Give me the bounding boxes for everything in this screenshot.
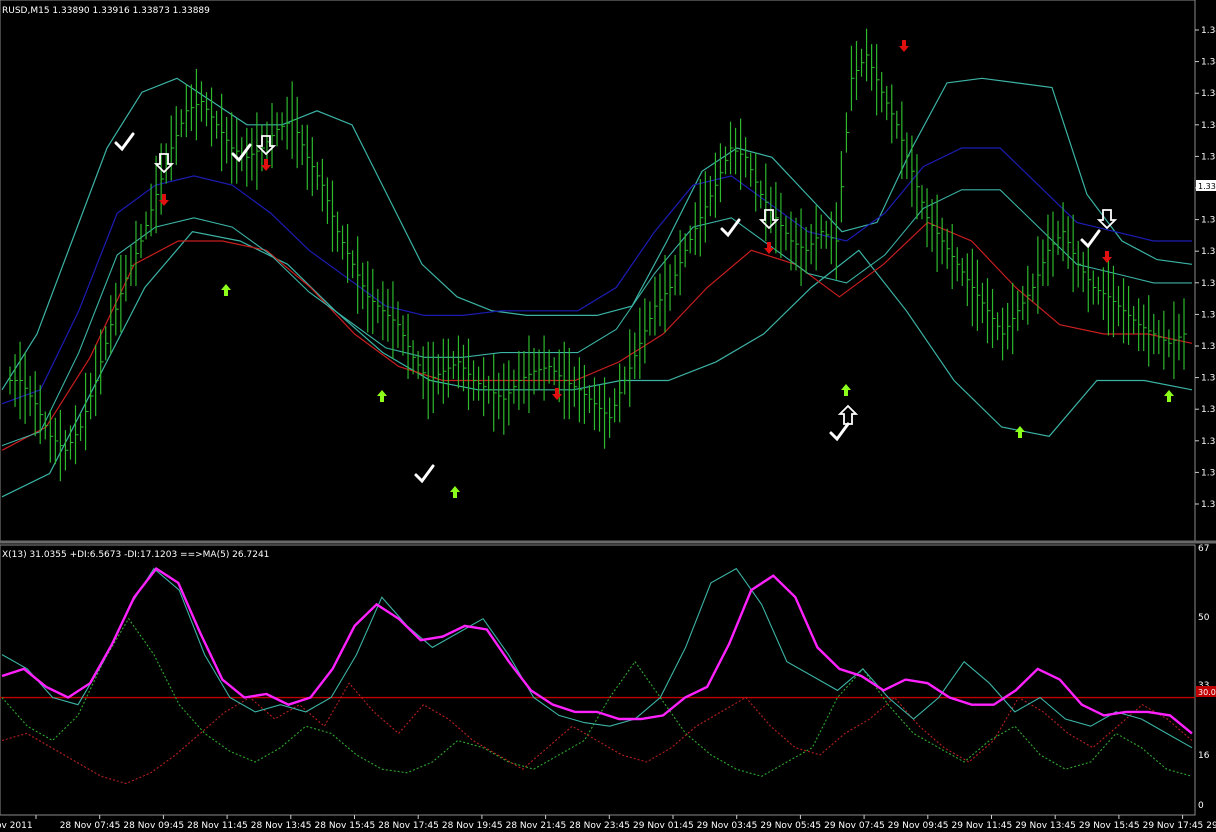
buy-arrow-icon [841, 384, 851, 396]
time-axis-label: 28 Nov 21:45 [506, 821, 567, 831]
check-mark-icon [1080, 229, 1101, 249]
time-axis: ov 2011 28 Nov 07:4528 Nov 09:4528 Nov 11… [0, 815, 1216, 831]
price-axis-label: 1.33 [1201, 279, 1216, 289]
price-axis-label: 1.32 [1201, 437, 1216, 447]
time-axis-label: 28 Nov 15:45 [315, 821, 376, 831]
price-axis-label: 1.33 [1201, 405, 1216, 415]
price-axis-label: 1.33 [1201, 152, 1216, 162]
price-axis-label: 1.34 [1201, 89, 1216, 99]
time-axis-label: 28 Nov 13:45 [251, 821, 312, 831]
time-axis-label: 29 Nov 15:45 [1079, 821, 1140, 831]
price-axis: 1.34 1.34 1.34 1.34 1.33 1.33 1.33 1.33 1.33 1.33… [1195, 26, 1216, 510]
time-axis-label: 28 Nov 17:45 [378, 821, 439, 831]
time-axis-label: 29 Nov 03:45 [697, 821, 758, 831]
indicator-axis-label: 16 [1198, 751, 1210, 761]
time-axis-label: 29 Nov 19 [1206, 821, 1216, 831]
time-axis-label: 29 Nov 13:45 [1015, 821, 1076, 831]
sell-arrow-icon [159, 194, 169, 206]
price-series-line-2 [1, 231, 1193, 498]
indicator-axis-label: 67 [1198, 544, 1209, 554]
price-axis-label: 1.33 [1201, 310, 1216, 320]
sell-arrow-icon [764, 242, 774, 254]
buy-arrow-icon [1164, 390, 1174, 402]
outline-arrow-down-icon [153, 153, 175, 174]
price-plot [1, 28, 1193, 498]
time-axis-label: 28 Nov 07:45 [60, 821, 121, 831]
price-axis-label: 1.34 [1201, 26, 1216, 36]
indicator-axis-label: 0 [1198, 801, 1204, 811]
time-axis-label: 28 Nov 19:45 [442, 821, 503, 831]
indicator-axis-label: 50 [1198, 613, 1210, 623]
outline-arrow-up-icon [837, 404, 859, 425]
time-axis-label: 29 Nov 01:45 [633, 821, 694, 831]
price-series-line-0 [1, 77, 1193, 391]
price-axis-label: 1.33 [1201, 216, 1216, 226]
indicator-axis: 67503316030.0 [1196, 544, 1216, 811]
check-mark-icon [829, 422, 850, 442]
sell-arrow-icon [1102, 251, 1112, 263]
symbol-header: RUSD,M15 1.33890 1.33916 1.33873 1.33889 [2, 6, 210, 16]
time-axis-label: 28 Nov 09:45 [123, 821, 184, 831]
price-series-line-3 [1, 221, 1193, 451]
time-axis-label: 28 Nov 23:45 [569, 821, 630, 831]
time-axis-label: 29 Nov 07:45 [824, 821, 885, 831]
buy-arrow-icon [450, 486, 460, 498]
buy-arrow-icon [1015, 426, 1025, 438]
time-axis-label: ov 2011 [0, 821, 33, 831]
price-axis-label: 1.32 [1201, 500, 1216, 510]
price-axis-label: 1.33 [1201, 247, 1216, 257]
price-axis-label: 1.33 [1201, 342, 1216, 352]
level-tag: 30.0 [1198, 688, 1216, 697]
trading-chart: RUSD,M15 1.33890 1.33916 1.33873 1.33889… [0, 0, 1216, 831]
sell-arrow-icon [899, 40, 909, 52]
price-axis-label: 1.34 [1201, 58, 1216, 68]
adx-series-line-ADX [1, 567, 1193, 749]
time-axis-label: 29 Nov 09:45 [888, 821, 949, 831]
adx-series-line-DI [1, 682, 1193, 785]
buy-arrow-icon [377, 390, 387, 402]
price-inner-band-line [1, 189, 1192, 447]
time-axis-label: 29 Nov 17:45 [1143, 821, 1204, 831]
time-axis-label: 29 Nov 05:45 [760, 821, 821, 831]
price-axis-label: 1.34 [1201, 121, 1216, 131]
check-mark-icon [114, 132, 135, 152]
current-price-tag: 1.33 [1198, 182, 1216, 191]
adx-plot [0, 566, 1195, 785]
indicator-header: X(13) 31.0355 +DI:6.5673 -DI:17.1203 ==>… [2, 550, 269, 560]
price-panel-frame [0, 0, 1196, 542]
price-axis-label: 1.32 [1201, 468, 1216, 478]
buy-arrow-icon [221, 284, 231, 296]
time-axis-label: 28 Nov 11:45 [187, 821, 248, 831]
price-axis-label: 1.33 [1201, 374, 1216, 384]
price-series-line-1 [1, 147, 1192, 405]
time-axis-label: 29 Nov 11:45 [952, 821, 1013, 831]
outline-arrow-down-icon [758, 209, 780, 230]
check-mark-icon [720, 218, 741, 238]
check-mark-icon [414, 464, 435, 484]
